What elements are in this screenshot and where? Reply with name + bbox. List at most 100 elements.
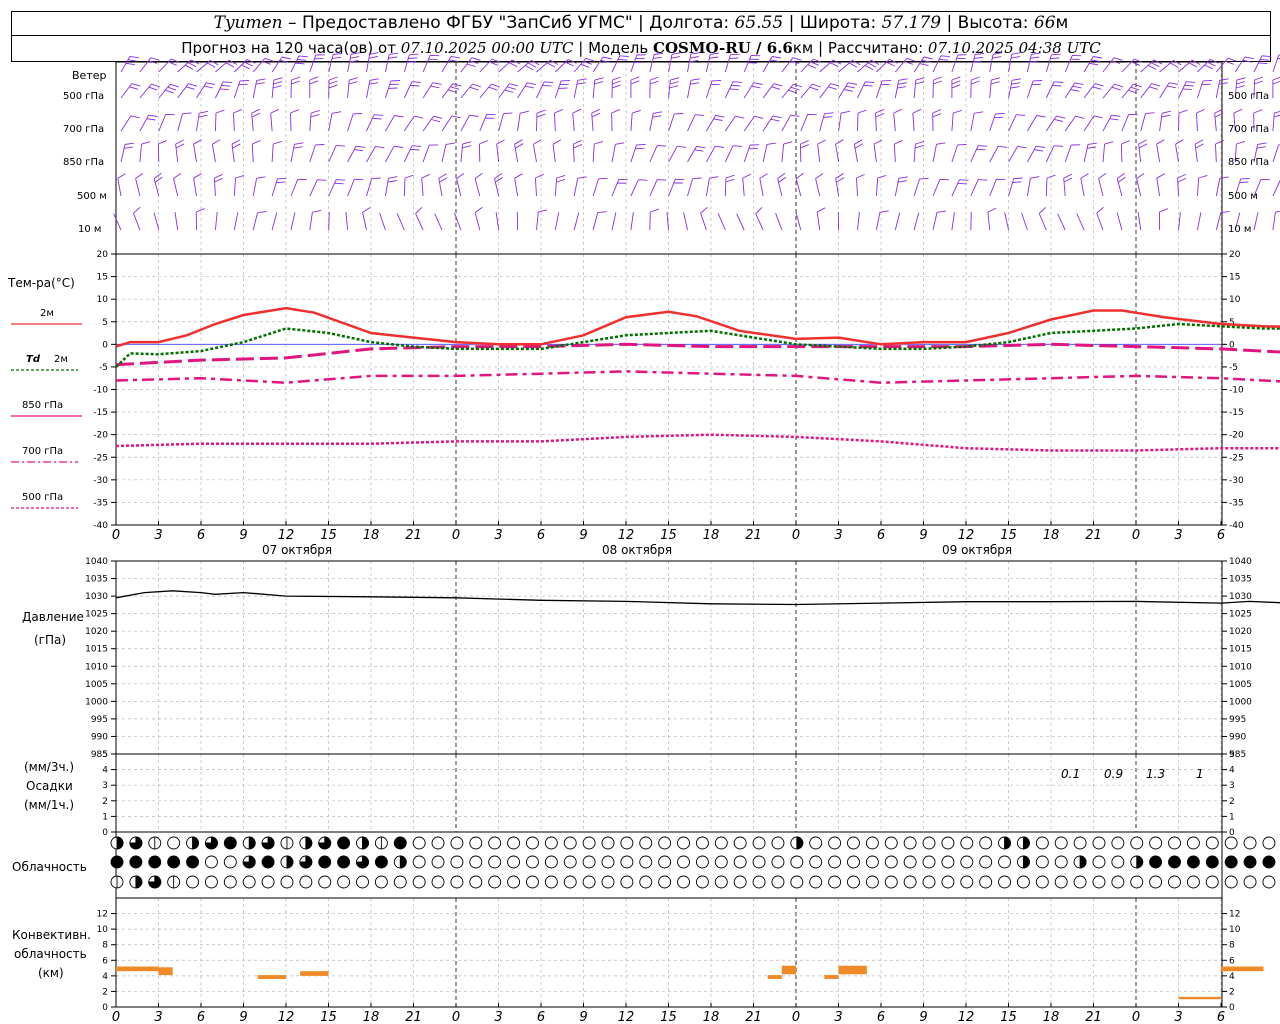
cloud-symbol bbox=[809, 836, 823, 850]
wind-barb bbox=[838, 82, 858, 99]
wind-barb bbox=[819, 112, 834, 132]
cloud-symbol bbox=[507, 836, 521, 850]
cloud-symbol bbox=[526, 836, 539, 850]
temp-ytick-label: -30 bbox=[93, 476, 108, 486]
prec-label: Осадки bbox=[26, 779, 73, 793]
temp-xtick-label: 15 bbox=[320, 528, 337, 543]
wind-barb bbox=[700, 206, 708, 231]
cloud-symbol bbox=[884, 836, 898, 850]
wind-barb bbox=[158, 113, 175, 132]
wind-barb bbox=[422, 82, 442, 99]
wind-barb bbox=[438, 173, 448, 197]
cloud-symbol bbox=[223, 875, 237, 889]
wind-barb bbox=[347, 178, 364, 197]
pres-ytick-label: 1010 bbox=[1229, 662, 1252, 672]
wind-barb bbox=[592, 211, 607, 231]
wind-barb bbox=[396, 213, 405, 231]
prec-ytick-label: 3 bbox=[1229, 781, 1235, 791]
cloud-symbol bbox=[1243, 875, 1257, 889]
wind-barb bbox=[552, 139, 562, 163]
wind-barb bbox=[572, 139, 583, 163]
wind-barb bbox=[724, 115, 745, 132]
wind-barb bbox=[385, 115, 404, 132]
wind-barb bbox=[1098, 173, 1107, 197]
cloud-symbol-fill bbox=[1022, 855, 1030, 869]
wind-barb bbox=[1158, 208, 1168, 231]
temp-ytick-label: 5 bbox=[102, 318, 108, 328]
cloud-symbol bbox=[261, 855, 275, 869]
cloud-symbol bbox=[601, 836, 615, 850]
wind-barb bbox=[496, 139, 505, 163]
wind-barb bbox=[554, 212, 560, 231]
conv-xtick-label: 18 bbox=[703, 1010, 720, 1024]
cloud-symbol bbox=[544, 836, 558, 850]
wind-barb bbox=[951, 144, 967, 163]
wind-barb bbox=[838, 110, 850, 132]
temp-ytick-label: -20 bbox=[1229, 431, 1244, 441]
wind-barb bbox=[795, 172, 804, 197]
pres-ytick-label: 1030 bbox=[85, 592, 108, 602]
cloud-symbol bbox=[167, 836, 181, 850]
temp-ytick-label: 20 bbox=[1229, 250, 1241, 260]
temp-xtick-label: 18 bbox=[1043, 528, 1060, 543]
wind-barb bbox=[514, 139, 524, 163]
series-t2m bbox=[115, 306, 1280, 348]
prec-ytick-label: 2 bbox=[102, 797, 108, 807]
cloud-symbol-fill bbox=[362, 836, 369, 850]
cloud-symbol-fill bbox=[305, 836, 313, 850]
wind-barb bbox=[1137, 212, 1142, 231]
wind-barb bbox=[800, 83, 821, 99]
cloud-symbol bbox=[1149, 875, 1163, 889]
temp-xtick-label: 12 bbox=[278, 528, 295, 543]
lower-frame bbox=[115, 560, 1223, 1008]
wind-barb bbox=[478, 140, 488, 163]
conv-ytick-label: 8 bbox=[1229, 941, 1235, 951]
wind-barb bbox=[913, 140, 925, 163]
temp-ytick-label: 15 bbox=[97, 273, 108, 283]
legend-td2m-label: 2м bbox=[54, 354, 68, 365]
cloud-symbol-fill bbox=[1079, 855, 1087, 869]
legend-t500-label: 500 гПа bbox=[22, 492, 63, 503]
wind-barb bbox=[415, 206, 424, 231]
wind-barb bbox=[1004, 212, 1010, 231]
prec-ytick-label: 0 bbox=[102, 828, 108, 838]
cloud-symbol bbox=[941, 875, 955, 889]
conv-ytick-label: 4 bbox=[1229, 972, 1235, 982]
wind-barb bbox=[611, 212, 617, 231]
wind-barb bbox=[857, 81, 875, 99]
wind-barb bbox=[1140, 112, 1155, 132]
wind-barb bbox=[173, 173, 182, 197]
cloud-symbol bbox=[129, 855, 143, 869]
axis-ticks: 20 2015 1510 105 50 0-5 -5-10 -10-15 -15-20 -20-2… bbox=[85, 250, 1252, 1024]
cloud-symbol bbox=[1054, 875, 1068, 889]
cloud-symbol bbox=[186, 855, 199, 869]
wind-barb bbox=[196, 82, 216, 99]
wind-barb bbox=[1156, 139, 1165, 163]
wind-barb bbox=[309, 144, 325, 163]
cloud-symbol bbox=[677, 836, 690, 850]
wind-barb bbox=[1096, 206, 1104, 231]
pres-ytick-label: 1040 bbox=[1229, 557, 1252, 567]
wind-barb bbox=[422, 54, 440, 73]
series-t700 bbox=[115, 370, 1280, 384]
wind-barb bbox=[687, 177, 702, 197]
cloud-symbol bbox=[393, 836, 407, 850]
wind-barb bbox=[856, 173, 865, 197]
cloud-symbol bbox=[960, 836, 974, 850]
wind-barb bbox=[572, 108, 581, 132]
wind-barb bbox=[932, 55, 950, 73]
wind-barb bbox=[479, 58, 501, 73]
wind-barb bbox=[290, 109, 299, 132]
wind-barb bbox=[328, 145, 346, 163]
wind-barb bbox=[1116, 172, 1126, 197]
cloud-symbol bbox=[148, 855, 162, 869]
conv-label-1: Конвективн. bbox=[12, 928, 91, 942]
wind-barb bbox=[554, 59, 577, 73]
wind-barb bbox=[989, 145, 1008, 163]
cloud-symbol bbox=[884, 875, 898, 889]
wind-barb bbox=[1196, 174, 1208, 197]
wind-barb bbox=[1272, 144, 1280, 163]
wind-barb bbox=[987, 207, 997, 231]
temp-label: Тем-ра(°C) bbox=[7, 276, 75, 290]
temp-xtick-label: 9 bbox=[579, 528, 587, 543]
